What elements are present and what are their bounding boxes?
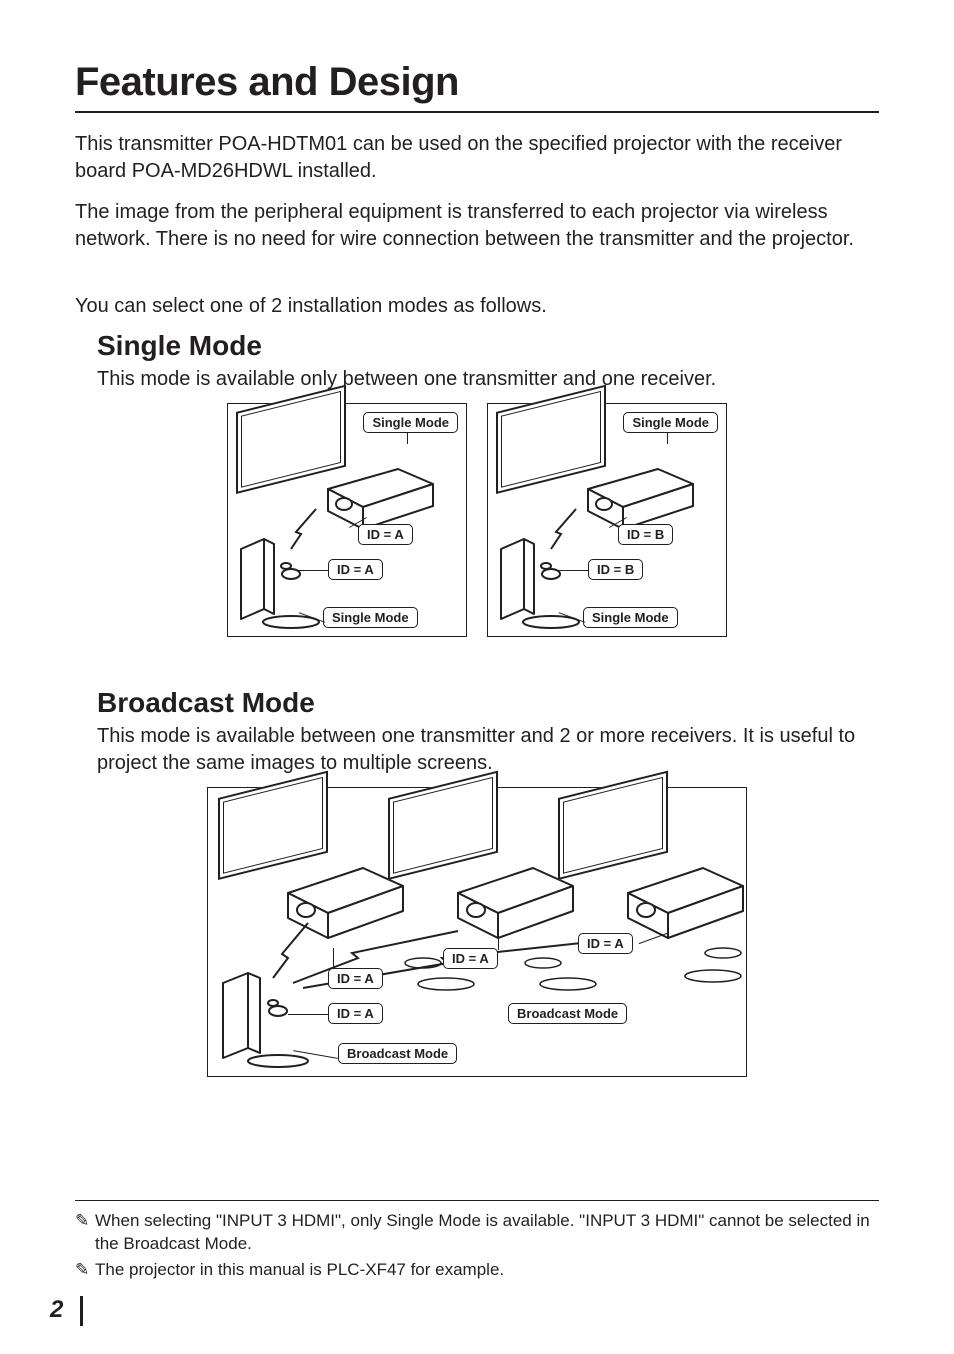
id-label: ID = B bbox=[588, 559, 643, 580]
footnote-item: ✎ When selecting "INPUT 3 HDMI", only Si… bbox=[75, 1209, 879, 1257]
page-number: 2 bbox=[50, 1296, 63, 1324]
stand-icon bbox=[403, 956, 443, 970]
mode-label: Single Mode bbox=[583, 607, 678, 628]
broadcast-mode-desc: This mode is available between one trans… bbox=[97, 723, 879, 777]
id-label: ID = A bbox=[328, 559, 383, 580]
footnote-text: When selecting "INPUT 3 HDMI", only Sing… bbox=[95, 1209, 879, 1257]
wireless-icon bbox=[286, 504, 326, 554]
page-number-bar bbox=[80, 1296, 83, 1326]
id-label: ID = A bbox=[328, 968, 383, 989]
id-label: ID = B bbox=[618, 524, 673, 545]
pencil-icon: ✎ bbox=[75, 1258, 95, 1282]
stand-icon bbox=[538, 976, 598, 992]
page-title: Features and Design bbox=[75, 60, 879, 105]
mode-label: Broadcast Mode bbox=[508, 1003, 627, 1024]
select-modes-line: You can select one of 2 installation mod… bbox=[75, 293, 879, 320]
footnote-rule bbox=[75, 1200, 879, 1201]
footnotes: ✎ When selecting "INPUT 3 HDMI", only Si… bbox=[75, 1200, 879, 1284]
mode-label: Single Mode bbox=[323, 607, 418, 628]
pencil-icon: ✎ bbox=[75, 1209, 95, 1257]
wireless-icon bbox=[546, 504, 586, 554]
stand-icon bbox=[523, 956, 563, 970]
intro-paragraph-1: This transmitter POA-HDTM01 can be used … bbox=[75, 131, 879, 185]
stand-icon bbox=[683, 968, 743, 984]
footnote-text: The projector in this manual is PLC-XF47… bbox=[95, 1258, 504, 1282]
id-label: ID = A bbox=[443, 948, 498, 969]
mode-label: Single Mode bbox=[623, 412, 718, 433]
id-label: ID = A bbox=[578, 933, 633, 954]
id-label: ID = A bbox=[328, 1003, 383, 1024]
mode-label: Single Mode bbox=[363, 412, 458, 433]
mode-label: Broadcast Mode bbox=[338, 1043, 457, 1064]
broadcast-diagram: ID = A ID = A ID = A ID = A Broadcast Mo… bbox=[207, 787, 747, 1077]
broadcast-mode-heading: Broadcast Mode bbox=[97, 687, 879, 719]
single-diagram-a: Single Mode ID = A ID = A Single Mode bbox=[227, 403, 467, 637]
footnote-item: ✎ The projector in this manual is PLC-XF… bbox=[75, 1258, 879, 1282]
stand-icon bbox=[703, 946, 743, 960]
single-diagram-b: Single Mode ID = B ID = B Single Mode bbox=[487, 403, 727, 637]
title-rule bbox=[75, 111, 879, 113]
broadcast-mode-diagram-row: ID = A ID = A ID = A ID = A Broadcast Mo… bbox=[75, 787, 879, 1077]
single-mode-desc: This mode is available only between one … bbox=[97, 366, 879, 393]
id-label: ID = A bbox=[358, 524, 413, 545]
intro-paragraph-2: The image from the peripheral equipment … bbox=[75, 199, 879, 253]
single-mode-heading: Single Mode bbox=[97, 330, 879, 362]
single-mode-diagrams: Single Mode ID = A ID = A Single Mode bbox=[75, 403, 879, 637]
stand-icon bbox=[416, 976, 476, 992]
